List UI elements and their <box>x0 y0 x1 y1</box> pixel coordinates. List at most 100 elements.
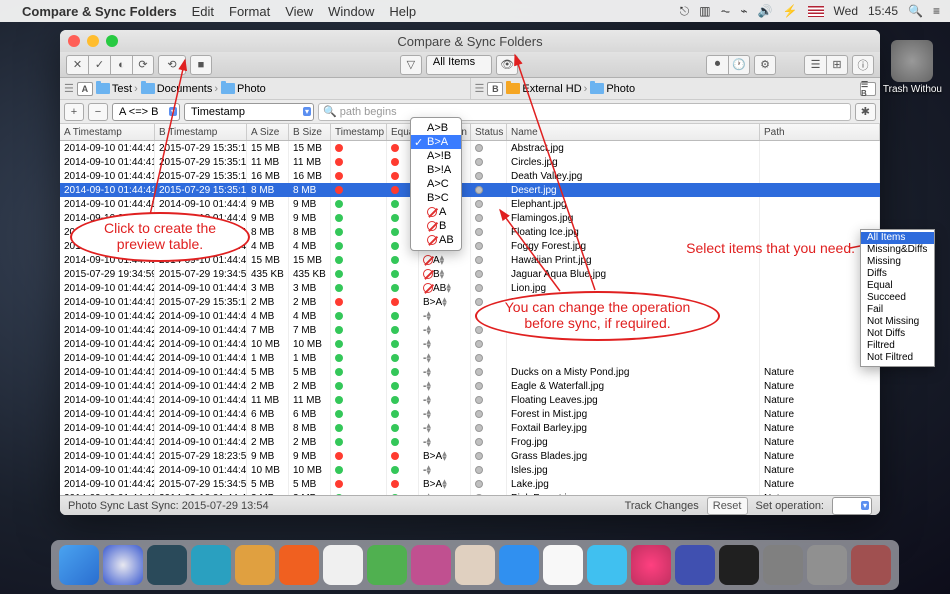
table-row[interactable]: 2014-09-10 01:44:412014-09-10 01:44:419 … <box>60 197 880 211</box>
clock-time[interactable]: 15:45 <box>868 4 898 18</box>
path-a-nav-icon[interactable]: ☰ <box>64 82 74 95</box>
operation-cell[interactable]: - ▴▾ <box>419 421 471 435</box>
op-menu-item[interactable]: B>C <box>411 191 461 205</box>
table-row[interactable]: 2014-09-10 01:44:412014-09-10 01:44:415 … <box>60 365 880 379</box>
gear-button[interactable]: ✱ <box>855 103 876 121</box>
table-row[interactable]: 2014-09-10 01:44:412015-07-29 15:35:1915… <box>60 141 880 155</box>
set-operation-select[interactable] <box>832 497 872 515</box>
table-row[interactable]: 2014-09-10 01:44:422014-09-10 01:44:424 … <box>60 309 880 323</box>
wifi-icon[interactable]: ⏦ <box>721 4 731 19</box>
battery-icon[interactable]: ▥ <box>699 4 710 18</box>
list-view-button[interactable]: ☰ <box>804 55 826 75</box>
refresh-button[interactable]: ⟳ <box>132 55 154 75</box>
table-row[interactable]: 2014-09-10 01:44:422014-09-10 01:44:4210… <box>60 463 880 477</box>
menu-help[interactable]: Help <box>389 4 416 19</box>
cancel-button[interactable]: ✕ <box>66 55 88 75</box>
op-menu-item[interactable]: A>B <box>411 121 461 135</box>
charge-icon[interactable]: ⚡ <box>783 4 798 18</box>
dock-app-8[interactable] <box>455 545 495 585</box>
dock-app-6[interactable] <box>367 545 407 585</box>
desktop-trash[interactable]: Trash Withou <box>883 40 942 95</box>
filter-icon[interactable]: ▽ <box>400 55 422 75</box>
col-b-timestamp[interactable]: B Timestamp <box>155 124 247 140</box>
table-row[interactable]: 2014-09-10 01:44:422014-09-10 01:44:423 … <box>60 281 880 295</box>
filter-menu-item[interactable]: Fail <box>861 304 934 316</box>
menu-window[interactable]: Window <box>328 4 374 19</box>
stop-button[interactable]: ■ <box>190 55 212 75</box>
table-row[interactable]: 2015-07-29 19:34:592015-07-29 19:34:5943… <box>60 267 880 281</box>
operation-cell[interactable]: AB ▴▾ <box>419 281 471 295</box>
table-row[interactable]: 2014-09-10 01:44:412015-07-29 15:35:1916… <box>60 169 880 183</box>
operation-cell[interactable]: B>A ▴▾ <box>419 295 471 309</box>
bluetooth-icon[interactable]: ⌁ <box>740 4 747 18</box>
reset-button[interactable]: Reset <box>707 497 748 515</box>
dock-app-5[interactable] <box>323 545 363 585</box>
table-row[interactable]: 2014-09-10 01:44:412014-09-10 01:44:4111… <box>60 393 880 407</box>
menu-view[interactable]: View <box>285 4 313 19</box>
window-minimize-button[interactable] <box>87 35 99 47</box>
filter-menu-item[interactable]: All Items <box>861 232 934 244</box>
input-source-icon[interactable] <box>808 6 824 17</box>
operation-cell[interactable]: - ▴▾ <box>419 337 471 351</box>
path-seg-photo-a[interactable]: Photo <box>221 83 266 95</box>
operation-cell[interactable]: A ▴▾ <box>419 253 471 267</box>
filter-menu-item[interactable]: Filtred <box>861 340 934 352</box>
dock-app-10[interactable] <box>543 545 583 585</box>
dock-safari[interactable] <box>103 545 143 585</box>
add-button[interactable]: + <box>64 103 84 121</box>
info-button[interactable]: ⓘ <box>852 55 874 75</box>
path-seg-documents[interactable]: Documents› <box>141 83 218 95</box>
table-row[interactable]: 2014-09-10 01:44:412014-09-10 01:44:418 … <box>60 421 880 435</box>
sync-mode-select[interactable]: A <=> B <box>112 103 180 121</box>
notification-icon[interactable]: ≡ <box>933 4 940 18</box>
operation-cell[interactable]: - ▴▾ <box>419 379 471 393</box>
table-row[interactable]: 2014-09-10 01:44:412015-07-29 18:23:579 … <box>60 449 880 463</box>
eye-button[interactable]: 👁 <box>496 55 518 75</box>
col-name[interactable]: Name <box>507 124 760 140</box>
dock-app-3[interactable] <box>235 545 275 585</box>
dock-trash2[interactable] <box>851 545 891 585</box>
app-menu[interactable]: Compare & Sync Folders <box>22 4 177 19</box>
col-b-size[interactable]: B Size <box>289 124 331 140</box>
dock-app-7[interactable] <box>411 545 451 585</box>
operation-cell[interactable]: - ▴▾ <box>419 309 471 323</box>
filter-menu-item[interactable]: Not Filtred <box>861 352 934 364</box>
op-menu-item[interactable]: A>!B <box>411 149 461 163</box>
operation-cell[interactable]: B>A ▴▾ <box>419 477 471 491</box>
col-path[interactable]: Path <box>760 124 880 140</box>
check-button[interactable]: ✓ <box>88 55 110 75</box>
operation-cell[interactable]: - ▴▾ <box>419 323 471 337</box>
path-b-nav-icon[interactable]: ☰ <box>475 82 485 95</box>
filter-menu-item[interactable]: Succeed <box>861 292 934 304</box>
titlebar[interactable]: Compare & Sync Folders <box>60 30 880 52</box>
compare-by-select[interactable]: Timestamp <box>184 103 314 121</box>
table-row[interactable]: 2014-09-10 01:44:412015-07-29 15:35:1911… <box>60 155 880 169</box>
op-menu-item[interactable]: B <box>411 219 461 233</box>
dock-finder[interactable] <box>59 545 99 585</box>
filter-menu-item[interactable]: Missing <box>861 256 934 268</box>
col-timestamp[interactable]: Timestamp <box>331 124 387 140</box>
operation-cell[interactable]: - ▴▾ <box>419 365 471 379</box>
table-row[interactable]: 2014-09-10 01:44:412014-09-10 01:44:412 … <box>60 435 880 449</box>
op-menu-item[interactable]: A <box>411 205 461 219</box>
column-view-button[interactable]: ⊞ <box>826 55 848 75</box>
operation-cell[interactable]: - ▴▾ <box>419 463 471 477</box>
spotlight-icon[interactable]: 🔍 <box>908 4 923 18</box>
table-row[interactable]: 2014-09-10 01:44:412015-07-29 15:35:198 … <box>60 183 880 197</box>
dock-trash[interactable] <box>807 545 847 585</box>
path-seg-photo-b[interactable]: Photo <box>590 83 635 95</box>
status-icon[interactable]: ⎋ <box>680 4 690 19</box>
dock-app-12[interactable] <box>675 545 715 585</box>
search-field[interactable]: 🔍 path begins <box>318 103 851 121</box>
table-row[interactable]: 2014-09-10 01:44:422014-09-10 01:44:427 … <box>60 323 880 337</box>
operation-cell[interactable]: - ▴▾ <box>419 393 471 407</box>
dock-app-4[interactable] <box>279 545 319 585</box>
operation-cell[interactable]: - ▴▾ <box>419 407 471 421</box>
table-row[interactable]: 2014-09-10 01:44:412015-07-29 15:35:192 … <box>60 295 880 309</box>
op-menu-item[interactable]: AB <box>411 233 461 247</box>
dock-app-11[interactable] <box>587 545 627 585</box>
table-row[interactable]: 2014-09-10 01:44:412014-09-10 01:44:412 … <box>60 379 880 393</box>
filter-select[interactable]: All Items <box>426 55 492 75</box>
dock-app-2[interactable] <box>191 545 231 585</box>
menu-format[interactable]: Format <box>229 4 270 19</box>
